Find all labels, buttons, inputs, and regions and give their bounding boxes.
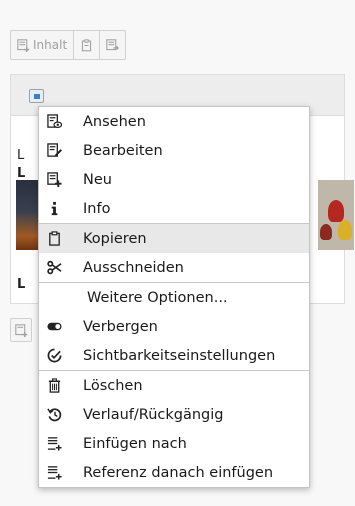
menu-item-edit[interactable]: Bearbeiten	[39, 136, 309, 165]
menu-item-label: Verlauf/Rückgängig	[83, 406, 224, 423]
clipboard-icon	[82, 38, 92, 51]
menu-item-label: Ausschneiden	[83, 259, 184, 276]
paste-reference-button[interactable]	[100, 31, 125, 59]
add-content-button[interactable]	[10, 318, 32, 342]
menu-item-label: Weitere Optionen...	[87, 289, 228, 306]
content-caption-fragment: L	[17, 277, 26, 292]
history-icon	[39, 407, 69, 422]
new-content-icon	[14, 323, 27, 337]
view-icon	[39, 114, 69, 129]
menu-item-label: Sichtbarkeitseinstellungen	[83, 347, 276, 364]
trash-icon	[39, 378, 69, 393]
new-content-icon	[17, 38, 30, 52]
menu-item-copy[interactable]: Kopieren	[39, 223, 309, 253]
new-content-button[interactable]: Inhalt	[11, 31, 75, 59]
menu-item-label: Referenz danach einfügen	[83, 464, 274, 481]
clipboard-icon	[39, 231, 69, 246]
paste-reference-icon	[106, 38, 120, 50]
paste-after-icon	[39, 436, 69, 451]
menu-item-label: Neu	[83, 171, 112, 188]
menu-item-label: Verbergen	[83, 318, 158, 335]
new-content-label: Inhalt	[33, 38, 68, 52]
menu-item-label: Kopieren	[83, 230, 147, 247]
menu-item-visibility-settings[interactable]: Sichtbarkeitseinstellungen	[39, 341, 309, 370]
menu-item-paste-reference[interactable]: Referenz danach einfügen	[39, 458, 309, 487]
menu-item-delete[interactable]: Löschen	[39, 370, 309, 400]
image-thumbnail	[16, 180, 38, 250]
content-heading-fragment: L	[17, 166, 26, 181]
paste-button[interactable]	[74, 31, 101, 59]
menu-item-hide[interactable]: Verbergen	[39, 312, 309, 341]
menu-item-cut[interactable]: Ausschneiden	[39, 253, 309, 282]
menu-item-new[interactable]: Neu	[39, 165, 309, 194]
menu-item-label: Einfügen nach	[83, 435, 187, 452]
menu-item-label: Info	[83, 200, 111, 217]
new-icon	[39, 172, 69, 187]
menu-item-label: Ansehen	[83, 113, 146, 130]
edit-icon	[39, 143, 69, 158]
info-icon	[39, 201, 69, 216]
menu-item-more-options[interactable]: Weitere Optionen...	[39, 282, 309, 312]
menu-item-history[interactable]: Verlauf/Rückgängig	[39, 400, 309, 429]
toggle-icon	[39, 319, 69, 334]
content-text-fragment: L	[17, 148, 25, 163]
menu-item-label: Löschen	[83, 377, 143, 394]
edit-element-icon[interactable]	[29, 89, 44, 103]
menu-item-paste-after[interactable]: Einfügen nach	[39, 429, 309, 458]
paste-reference-icon	[39, 465, 69, 480]
menu-item-info[interactable]: Info	[39, 194, 309, 223]
menu-item-view[interactable]: Ansehen	[39, 107, 309, 136]
visibility-settings-icon	[39, 348, 69, 363]
image-thumbnail-figures	[318, 180, 354, 250]
menu-item-label: Bearbeiten	[83, 142, 163, 159]
content-toolbar: Inhalt	[10, 30, 127, 60]
scissors-icon	[39, 260, 69, 275]
context-menu: Ansehen Bearbeiten Neu Info Kopieren Aus…	[38, 106, 310, 488]
